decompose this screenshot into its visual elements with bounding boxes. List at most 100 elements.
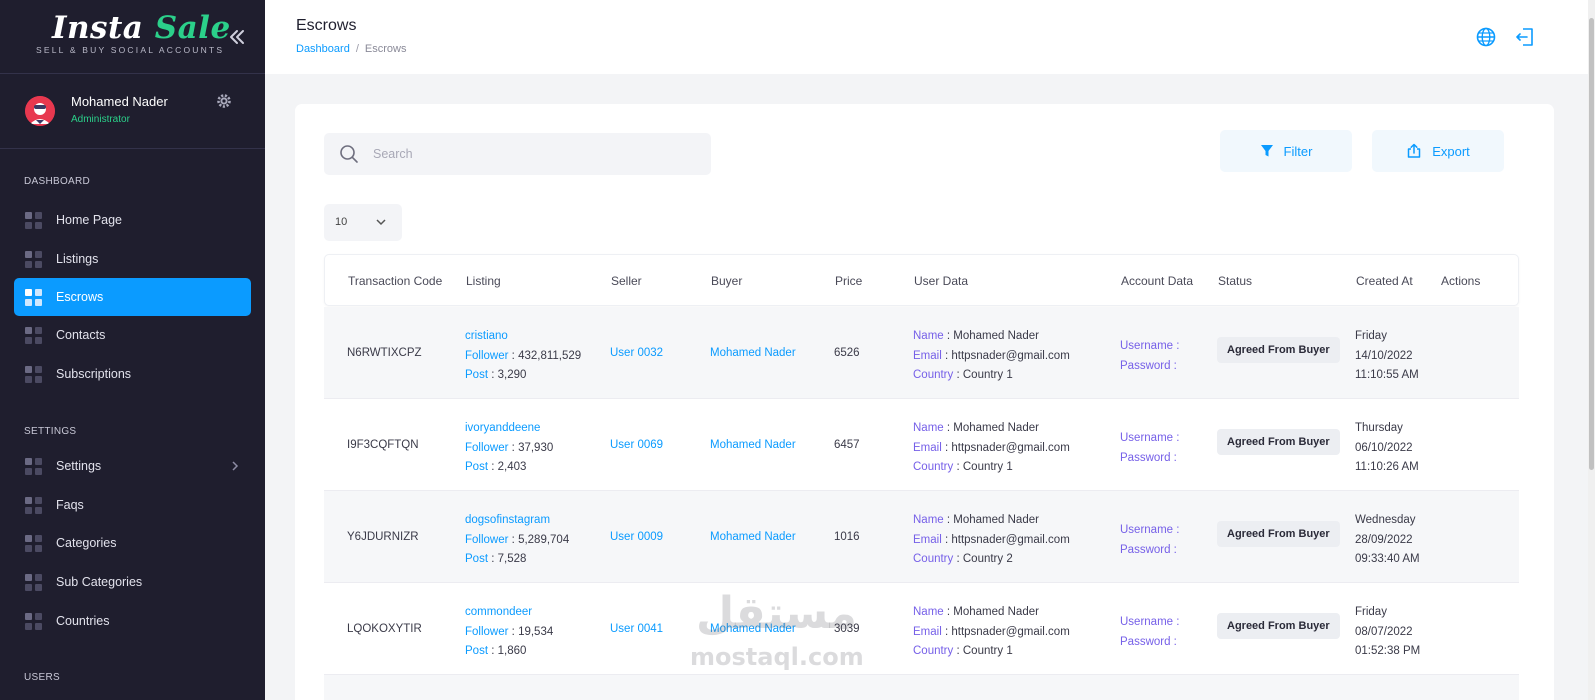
country-label: Country — [913, 461, 954, 473]
user-name: Mohamed Nader — [953, 514, 1039, 526]
sidebar-item-settings[interactable]: Settings — [14, 447, 251, 485]
grid-icon — [25, 496, 42, 514]
sidebar-item-label: Countries — [56, 614, 110, 628]
export-icon — [1407, 143, 1421, 158]
sidebar-item-label: Faqs — [56, 498, 84, 512]
user-name: Mohamed Nader — [953, 422, 1039, 434]
logout-icon[interactable] — [1514, 26, 1536, 48]
price: 3039 — [834, 623, 860, 635]
table-row[interactable]: Y6JDURNIZR dogsofinstagram Follower : 5,… — [324, 491, 1519, 583]
listing-cell: commondeer Follower : 19,534 Post : 1,86… — [465, 603, 553, 662]
sidebar-item-listings[interactable]: Listings — [14, 240, 251, 278]
grid-icon — [25, 573, 42, 591]
seller-link[interactable]: User 0032 — [610, 347, 663, 359]
export-button[interactable]: Export — [1372, 130, 1504, 172]
buyer-link[interactable]: Mohamed Nader — [710, 347, 796, 359]
column-header[interactable]: Listing — [466, 274, 501, 288]
created-day: Thursday — [1355, 422, 1403, 434]
sidebar-item-home-page[interactable]: Home Page — [14, 201, 251, 239]
page-size-select[interactable]: 10 — [324, 204, 402, 241]
chevron-right-icon — [232, 461, 239, 471]
transaction-code: Y6JDURNIZR — [347, 531, 419, 543]
section-dashboard: DASHBOARD — [24, 176, 91, 187]
buyer-link[interactable]: Mohamed Nader — [710, 623, 796, 635]
globe-icon[interactable] — [1475, 26, 1497, 48]
column-header[interactable]: User Data — [914, 274, 968, 288]
collapse-sidebar-icon[interactable] — [226, 26, 248, 48]
post-count: 1,860 — [497, 645, 527, 657]
sidebar-item-escrows[interactable]: Escrows — [14, 278, 251, 316]
user-data-cell: Name : Mohamed Nader Email : httpsnader@… — [913, 330, 1070, 381]
seller-link[interactable]: User 0041 — [610, 623, 663, 635]
listing-cell: cristiano Follower : 432,811,529 Post : … — [465, 327, 581, 386]
buyer-link[interactable]: Mohamed Nader — [710, 531, 796, 543]
page-title: Escrows — [296, 17, 357, 34]
seller-link[interactable]: User 0009 — [610, 531, 663, 543]
listing-link[interactable]: cristiano — [465, 327, 581, 347]
column-header[interactable]: Seller — [611, 274, 642, 288]
filter-button[interactable]: Filter — [1220, 130, 1352, 172]
sidebar-item-label: Home Page — [56, 213, 123, 227]
sidebar-item-countries[interactable]: Countries — [14, 602, 251, 640]
user-country: Country 1 — [962, 461, 1013, 473]
user-avatar-icon — [25, 96, 55, 126]
breadcrumb-current: Escrows — [364, 43, 407, 55]
column-header[interactable]: Actions — [1441, 274, 1480, 288]
sidebar-item-subscriptions[interactable]: Subscriptions — [14, 355, 251, 393]
username-label: Username : — [1120, 524, 1180, 536]
user-country: Country 2 — [962, 553, 1013, 565]
buyer-link[interactable]: Mohamed Nader — [710, 439, 796, 451]
sidebar-item-sub-categories[interactable]: Sub Categories — [14, 563, 251, 601]
grid-icon — [25, 365, 42, 383]
user-country: Country 1 — [962, 369, 1013, 381]
created-time: 01:52:38 PM — [1355, 645, 1421, 657]
transaction-code: LQOKOXYTIR — [347, 623, 422, 635]
column-header[interactable]: Status — [1218, 274, 1252, 288]
created-time: 11:10:55 AM — [1355, 369, 1419, 381]
table-row[interactable] — [324, 675, 1519, 700]
user-profile: Mohamed Nader Administrator — [0, 74, 265, 149]
table-row[interactable]: LQOKOXYTIR commondeer Follower : 19,534 … — [324, 583, 1519, 675]
column-header[interactable]: Price — [835, 274, 862, 288]
created-date: 28/09/2022 — [1355, 533, 1413, 546]
table-row[interactable]: N6RWTIXCPZ cristiano Follower : 432,811,… — [324, 307, 1519, 399]
username-label: Username : — [1120, 340, 1180, 352]
transaction-code: N6RWTIXCPZ — [347, 347, 422, 359]
status-badge: Agreed From Buyer — [1217, 337, 1340, 363]
chevron-down-icon — [376, 219, 386, 226]
gear-icon[interactable] — [216, 93, 232, 109]
seller-link[interactable]: User 0069 — [610, 439, 663, 451]
column-header[interactable]: Transaction Code — [348, 274, 442, 288]
search-input[interactable] — [373, 144, 693, 164]
created-time: 11:10:26 AM — [1355, 461, 1419, 473]
listing-link[interactable]: commondeer — [465, 603, 553, 623]
scroll-thumb[interactable] — [1589, 18, 1594, 470]
column-header[interactable]: Created At — [1356, 274, 1413, 288]
column-header[interactable]: Account Data — [1121, 274, 1193, 288]
listing-link[interactable]: dogsofinstagram — [465, 511, 569, 531]
status-badge: Agreed From Buyer — [1217, 429, 1340, 455]
follower-label: Follower — [465, 349, 509, 362]
transaction-code: I9F3CQFTQN — [347, 439, 419, 451]
breadcrumb-separator: / — [355, 43, 359, 55]
column-header[interactable]: Buyer — [711, 274, 742, 288]
sidebar-item-faqs[interactable]: Faqs — [14, 486, 251, 524]
created-date: 14/10/2022 — [1355, 349, 1413, 362]
page-scrollbar[interactable] — [1588, 0, 1595, 700]
username-label: Username : — [1120, 432, 1180, 444]
search-icon — [340, 145, 358, 163]
created-day: Wednesday — [1355, 514, 1416, 526]
status-badge: Agreed From Buyer — [1217, 613, 1340, 639]
sidebar-item-contacts[interactable]: Contacts — [14, 316, 251, 354]
top-header: Escrows Dashboard / Escrows — [265, 0, 1588, 74]
user-data-cell: Name : Mohamed Nader Email : httpsnader@… — [913, 606, 1070, 657]
listing-link[interactable]: ivoryanddeene — [465, 419, 553, 439]
breadcrumb-dashboard-link[interactable]: Dashboard — [296, 43, 350, 55]
avatar[interactable] — [25, 96, 55, 126]
sidebar: Insta Sale SELL & BUY SOCIAL ACCOUNTS Mo… — [0, 0, 265, 700]
sidebar-item-categories[interactable]: Categories — [14, 524, 251, 562]
table-row[interactable]: I9F3CQFTQN ivoryanddeene Follower : 37,9… — [324, 399, 1519, 491]
created-time: 09:33:40 AM — [1355, 553, 1420, 565]
brand-logo[interactable]: Insta Sale — [52, 10, 231, 46]
sidebar-item-label: Escrows — [56, 290, 104, 304]
